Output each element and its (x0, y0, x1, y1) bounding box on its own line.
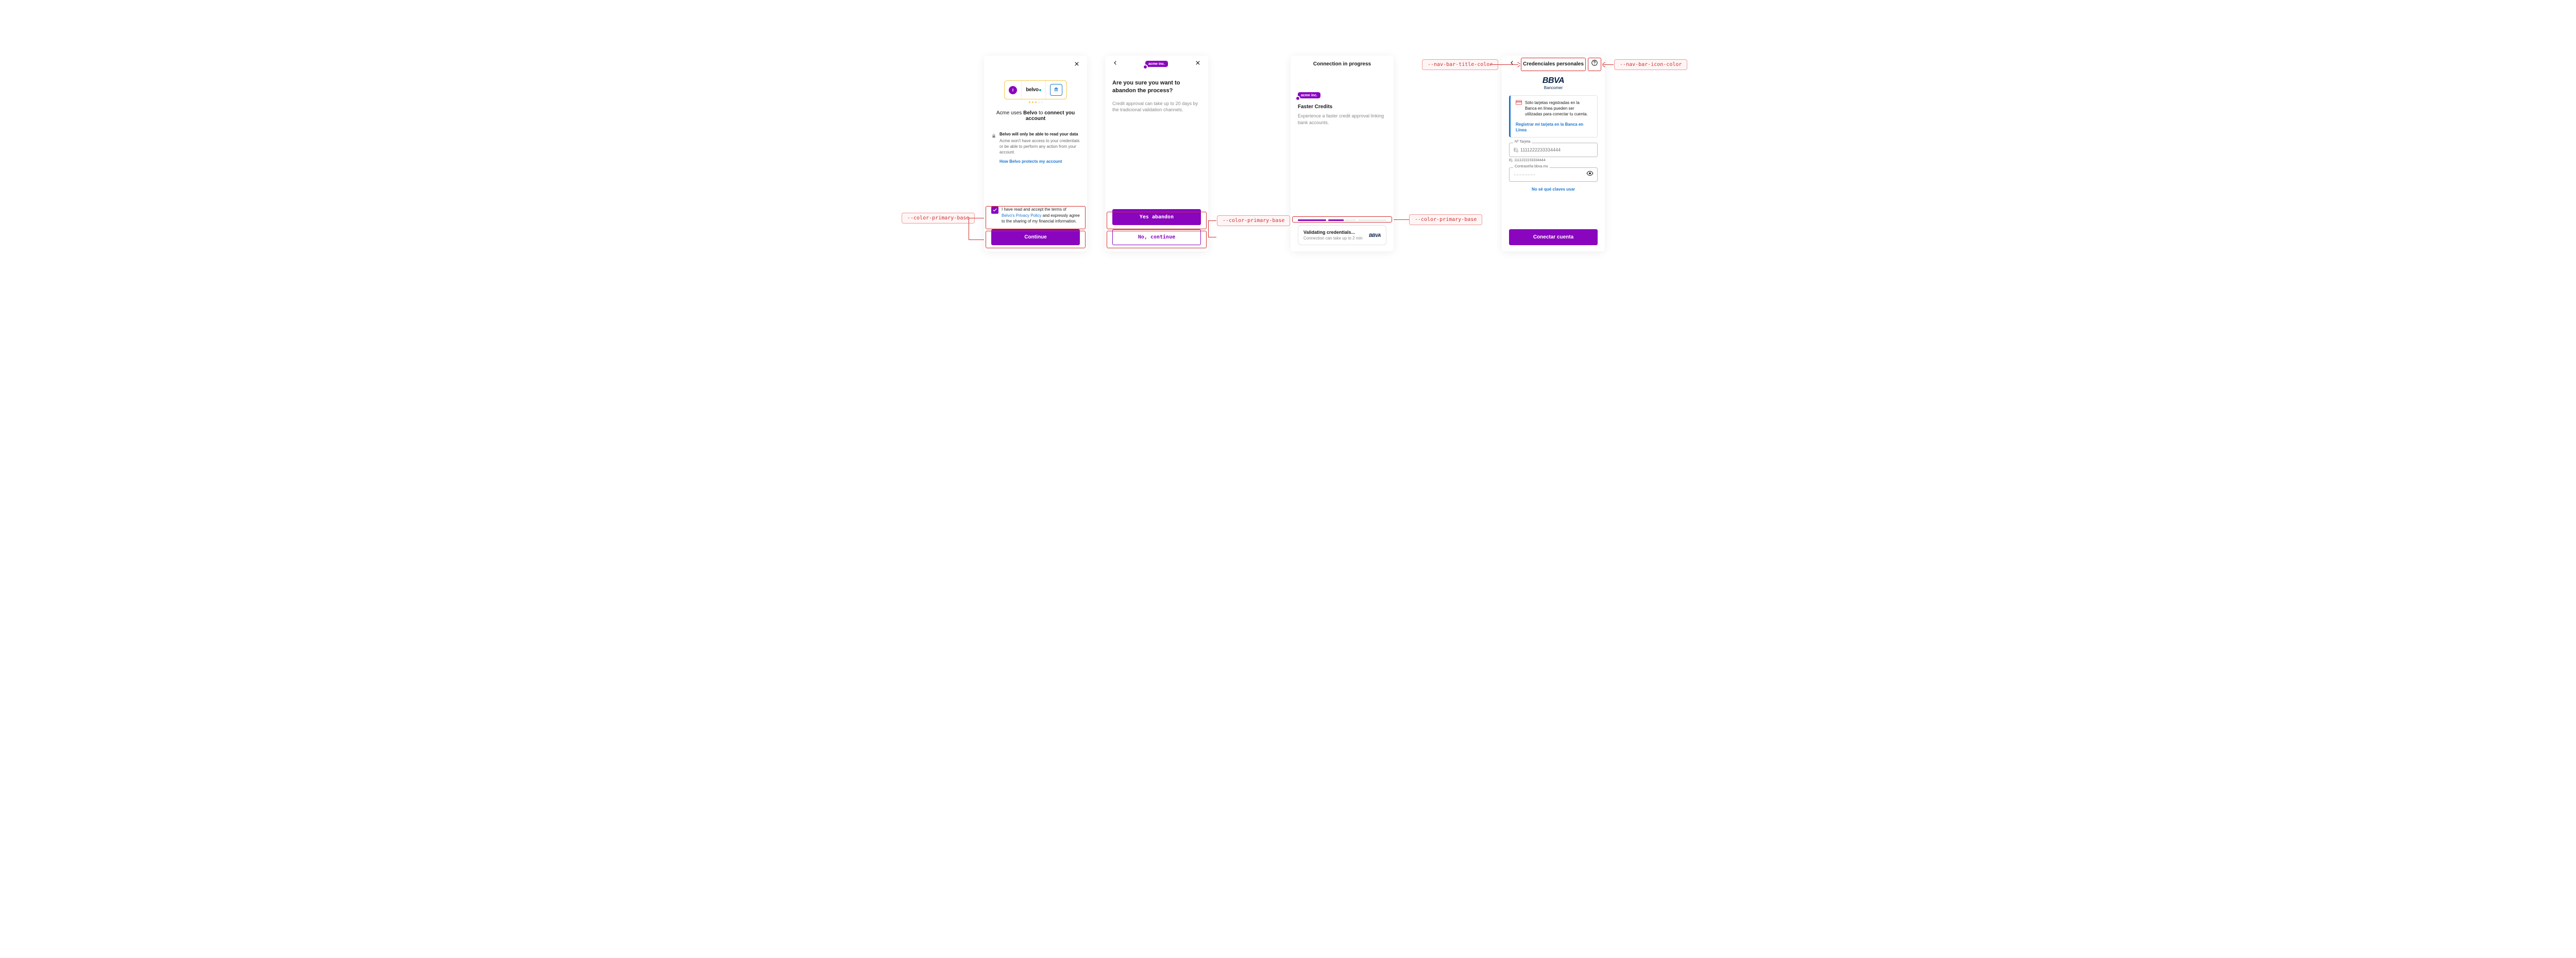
close-icon[interactable] (1074, 61, 1080, 67)
continue-button[interactable]: Continue (991, 229, 1080, 245)
password-field: Contraseña bbva.mx (1509, 167, 1598, 182)
card-icon (1516, 100, 1522, 117)
bbva-logo-icon: BBVA (1509, 76, 1598, 85)
no-continue-button[interactable]: No, continue (1112, 229, 1201, 245)
status-subtitle: Connection can take up to 2 min (1303, 236, 1363, 241)
abandon-title: Are you sure you want to abandon the pro… (1112, 79, 1201, 95)
faster-credits-subtitle: Experience a faster credit approval link… (1298, 113, 1386, 126)
eye-icon[interactable] (1586, 169, 1594, 179)
callout-color-primary-base-3: --color-primary-base (1409, 214, 1482, 225)
screen-progress: Connection in progress acme inc. Faster … (1291, 56, 1394, 251)
back-icon[interactable] (1112, 59, 1118, 69)
info-banner: Sólo tarjetas registradas en la Banca en… (1509, 95, 1598, 138)
data-read-only-desc: Acme won't have access to your credentia… (999, 139, 1080, 155)
acme-badge: acme inc. (1145, 61, 1168, 67)
nav-bar (984, 56, 1087, 72)
protect-account-link[interactable]: How Belvo protects my account (999, 159, 1080, 164)
nav-title: Credenciales personales (1523, 61, 1584, 67)
status-title: Validating credentials... (1303, 230, 1363, 235)
nav-bar: Connection in progress (1291, 56, 1394, 72)
connect-account-button[interactable]: Conectar cuenta (1509, 229, 1598, 245)
terms-text: I have read and accept the terms of Belv… (1002, 207, 1080, 224)
help-icon[interactable] (1591, 59, 1598, 69)
acme-logo-icon (1009, 86, 1017, 94)
screen-abandon: acme inc. Are you sure you want to aband… (1105, 56, 1208, 251)
screen-consent: belvo Acme uses Belvo to connect you acc… (984, 56, 1087, 251)
nav-bar: Credenciales personales (1502, 56, 1605, 72)
callout-color-primary-base-1: --color-primary-base (902, 213, 975, 224)
register-card-link[interactable]: Registrar mi tarjeta en la Banca en Líne… (1516, 122, 1592, 133)
card-number-input[interactable] (1509, 143, 1598, 157)
callout-color-primary-base-2: --color-primary-base (1217, 215, 1290, 226)
back-icon[interactable] (1509, 59, 1515, 69)
callout-nav-bar-title-color: --nav-bar-title-color (1422, 59, 1498, 70)
card-number-field: Nº Tarjeta (1509, 143, 1598, 157)
nav-bar: acme inc. (1105, 56, 1208, 72)
card-number-hint: Ej. 1111222233334444 (1509, 159, 1598, 162)
callout-nav-bar-icon-color: --nav-bar-icon-color (1614, 59, 1687, 70)
faster-credits-title: Faster Credits (1298, 104, 1386, 110)
card-number-label: Nº Tarjeta (1513, 140, 1532, 144)
bank-subtitle: Bancomer (1509, 85, 1598, 90)
progress-bar (1298, 219, 1386, 221)
nav-title: Connection in progress (1313, 61, 1371, 67)
belvo-logo: belvo (1026, 87, 1041, 93)
status-card: Validating credentials... Connection can… (1298, 225, 1386, 245)
brand-row: belvo (1004, 80, 1067, 99)
password-label: Contraseña bbva.mx (1513, 165, 1550, 168)
acme-badge: acme inc. (1298, 92, 1320, 98)
consent-headline: Acme uses Belvo to connect you account (991, 110, 1080, 122)
which-keys-link[interactable]: No sé qué claves usar (1509, 187, 1598, 192)
close-icon[interactable] (1195, 59, 1201, 69)
yes-abandon-button[interactable]: Yes abandon (1112, 209, 1201, 225)
bbva-logo-icon: BBVA (1369, 233, 1381, 238)
lock-icon (991, 132, 996, 141)
privacy-policy-link[interactable]: Belvo's Privacy Policy (1002, 213, 1042, 218)
password-input[interactable] (1509, 167, 1598, 182)
terms-checkbox[interactable] (991, 207, 998, 214)
abandon-subtitle: Credit approval can take up to 20 days b… (1112, 100, 1201, 113)
data-read-only-title: Belvo will only be able to read your dat… (999, 132, 1080, 136)
bank-icon (1050, 84, 1062, 96)
screen-credentials: Credenciales personales BBVA Bancomer Só… (1502, 56, 1605, 251)
